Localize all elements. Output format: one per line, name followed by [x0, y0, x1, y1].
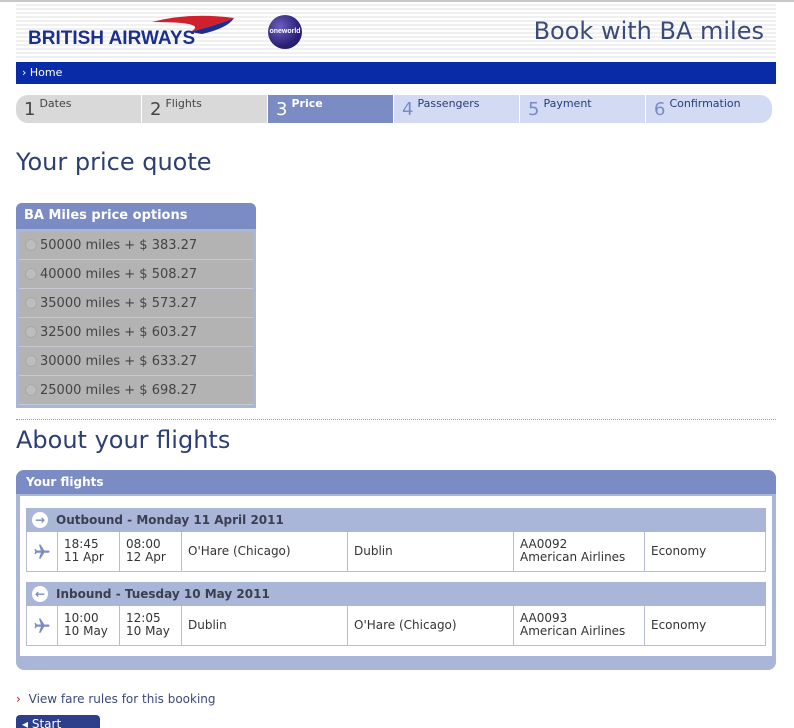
start-again-button[interactable]: ◂ Start again [16, 715, 100, 728]
flight-number-cell: AA0092 American Airlines [514, 532, 645, 571]
price-option-label: 40000 miles + $ 508.27 [40, 266, 198, 282]
cabin-class: Economy [651, 544, 707, 558]
your-flights-panel: Your flights → Outbound - Monday 11 Apri… [16, 470, 776, 670]
price-option[interactable]: 30000 miles + $ 633.27 [19, 347, 253, 376]
step-number: 1 [24, 99, 36, 120]
radio-button[interactable] [25, 384, 37, 396]
top-border-line [0, 0, 794, 2]
step-payment: 5 Payment [520, 95, 646, 123]
departure-cell: 18:45 11 Apr [58, 532, 120, 571]
your-flights-title: Your flights [16, 470, 776, 494]
price-option-label: 32500 miles + $ 603.27 [40, 324, 198, 340]
step-number: 4 [402, 99, 414, 120]
booking-steps: 1 Dates 2 Flights 3 Price 4 Passengers 5… [16, 95, 772, 123]
plane-icon [27, 532, 58, 571]
step-dates[interactable]: 1 Dates [16, 95, 142, 123]
radio-button[interactable] [25, 326, 37, 338]
radio-button[interactable] [25, 239, 37, 251]
airline: American Airlines [520, 624, 626, 638]
price-option-label: 50000 miles + $ 383.27 [40, 237, 198, 253]
home-link-label: Home [29, 66, 63, 79]
start-again-label: Start again [31, 717, 62, 728]
step-label: Dates [39, 97, 72, 110]
step-label: Confirmation [669, 97, 741, 110]
step-number: 6 [654, 99, 666, 120]
price-options-title: BA Miles price options [16, 203, 256, 229]
departure-date: 11 Apr [64, 550, 104, 564]
oneworld-logo: oneworld [268, 15, 302, 49]
outbound-header: → Outbound - Monday 11 April 2011 [26, 508, 766, 532]
site-header: BRITISH AIRWAYS oneworld Book with BA mi… [16, 4, 776, 60]
inbound-header: ← Inbound - Tuesday 10 May 2011 [26, 582, 766, 606]
price-option[interactable]: 35000 miles + $ 573.27 [19, 289, 253, 318]
airline: American Airlines [520, 550, 626, 564]
inbound-title: Inbound - Tuesday 10 May 2011 [56, 587, 270, 601]
step-passengers: 4 Passengers [394, 95, 520, 123]
flights-heading: About your flights [16, 426, 231, 454]
arrival-cell: 12:05 10 May [120, 606, 182, 645]
step-label: Price [291, 97, 323, 110]
step-flights[interactable]: 2 Flights [142, 95, 268, 123]
section-divider [16, 419, 776, 420]
chevron-left-icon: ◂ [22, 717, 29, 728]
chevron-right-icon: › [22, 66, 27, 79]
speedmarque-logo-icon [152, 15, 234, 34]
flight-number-cell: AA0093 American Airlines [514, 606, 645, 645]
outbound-flight: → Outbound - Monday 11 April 2011 18:45 … [26, 508, 766, 572]
arrow-right-icon: → [32, 512, 48, 528]
plane-icon [27, 606, 58, 645]
page-title: Book with BA miles [533, 17, 764, 45]
price-options-list: 50000 miles + $ 383.27 40000 miles + $ 5… [19, 231, 253, 405]
radio-button[interactable] [25, 268, 37, 280]
step-number: 2 [150, 99, 162, 120]
step-confirmation: 6 Confirmation [646, 95, 772, 123]
inbound-flight: ← Inbound - Tuesday 10 May 2011 10:00 10… [26, 582, 766, 646]
arrival-cell: 08:00 12 Apr [120, 532, 182, 571]
departure-cell: 10:00 10 May [58, 606, 120, 645]
departure-date: 10 May [64, 624, 108, 638]
origin: Dublin [182, 606, 348, 645]
flight-row: 10:00 10 May 12:05 10 May Dublin O'Hare … [26, 606, 766, 646]
radio-button[interactable] [25, 355, 37, 367]
flights-inner: → Outbound - Monday 11 April 2011 18:45 … [20, 496, 772, 656]
cabin-class: Economy [651, 618, 707, 632]
price-option[interactable]: 32500 miles + $ 603.27 [19, 318, 253, 347]
step-label: Flights [165, 97, 202, 110]
step-number: 3 [276, 99, 288, 120]
price-option-label: 30000 miles + $ 633.27 [40, 353, 198, 369]
flight-row: 18:45 11 Apr 08:00 12 Apr O'Hare (Chicag… [26, 532, 766, 572]
price-option-label: 25000 miles + $ 698.27 [40, 382, 198, 398]
step-number: 5 [528, 99, 540, 120]
price-option[interactable]: 50000 miles + $ 383.27 [19, 231, 253, 260]
price-option-label: 35000 miles + $ 573.27 [40, 295, 198, 311]
price-option[interactable]: 25000 miles + $ 698.27 [19, 376, 253, 405]
step-price: 3 Price [268, 95, 394, 123]
chevron-right-icon: › [16, 692, 21, 706]
destination: Dublin [348, 532, 514, 571]
nav-bar: › Home [16, 62, 776, 84]
origin: O'Hare (Chicago) [182, 532, 348, 571]
radio-button[interactable] [25, 297, 37, 309]
outbound-title: Outbound - Monday 11 April 2011 [56, 513, 284, 527]
arrival-date: 10 May [126, 624, 170, 638]
arrival-date: 12 Apr [126, 550, 166, 564]
price-options-box: BA Miles price options 50000 miles + $ 3… [16, 203, 256, 408]
destination: O'Hare (Chicago) [348, 606, 514, 645]
step-label: Passengers [417, 97, 480, 110]
fare-rules-link[interactable]: › View fare rules for this booking [16, 692, 216, 706]
step-label: Payment [543, 97, 592, 110]
price-quote-heading: Your price quote [16, 148, 212, 176]
arrow-left-icon: ← [32, 586, 48, 602]
price-option[interactable]: 40000 miles + $ 508.27 [19, 260, 253, 289]
fare-rules-label: View fare rules for this booking [28, 692, 216, 706]
home-link[interactable]: › Home [22, 66, 62, 79]
